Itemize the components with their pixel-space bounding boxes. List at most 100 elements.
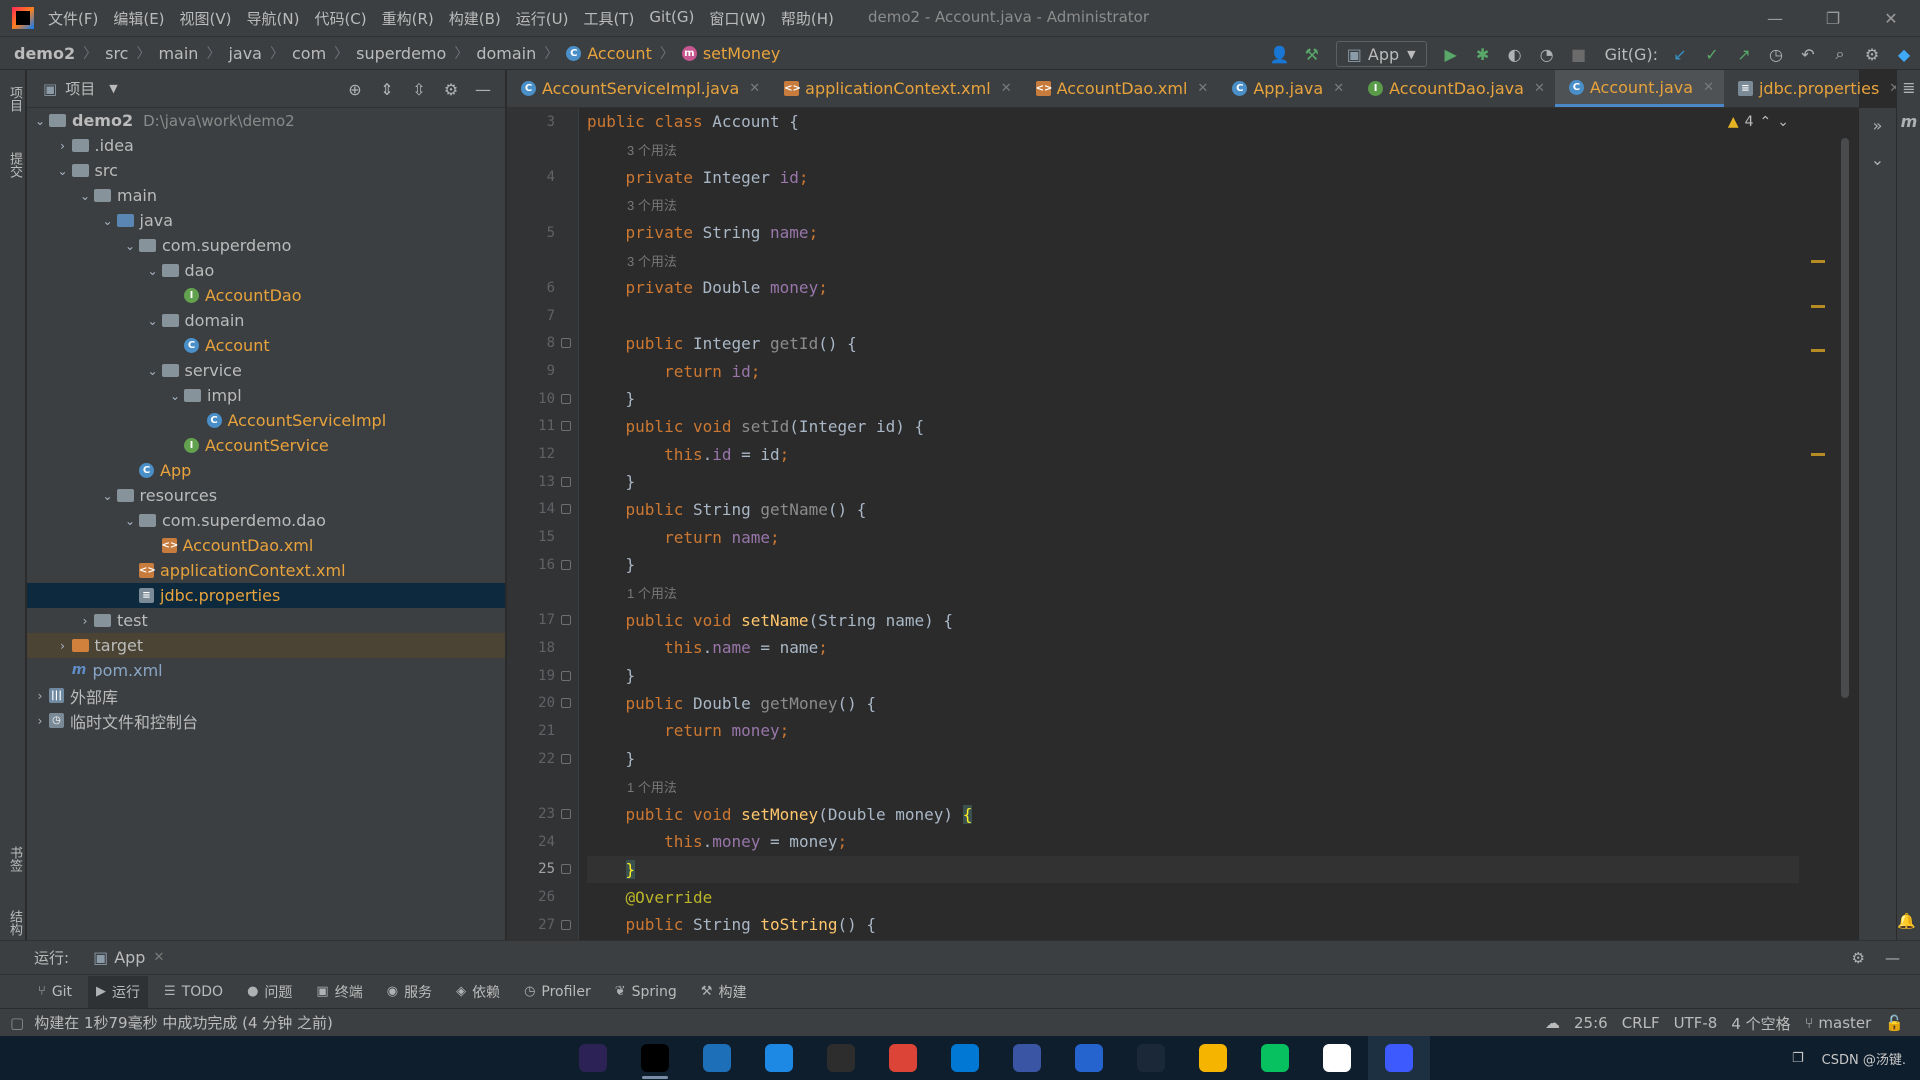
menu-item[interactable]: 窗口(W) (709, 8, 766, 29)
chevron-down-icon[interactable]: ⌄ (99, 489, 117, 503)
code-line[interactable]: 9 return id; (547, 357, 1799, 385)
lock-icon[interactable]: 🔓 (1885, 1014, 1904, 1032)
code-line[interactable]: 11 public void setId (Integer id) { (538, 413, 1799, 441)
chevron-right-icon[interactable]: › (31, 689, 49, 703)
menu-item[interactable]: 导航(N) (247, 8, 300, 29)
menu-item[interactable]: 代码(C) (314, 8, 366, 29)
tree-row[interactable]: <> AccountDao.xml (27, 533, 505, 558)
tool-window-button[interactable]: ● 问题 (247, 982, 292, 1002)
editor-tab[interactable]: <> applicationContext.xml ✕ (770, 70, 1021, 107)
tool-window-button[interactable]: ◈ 依赖 (456, 982, 500, 1002)
minimize-icon[interactable]: — (1746, 0, 1804, 36)
tree-row[interactable]: ⌄ src (27, 158, 505, 183)
editor-tab[interactable]: C AccountServiceImpl.java ✕ (507, 70, 770, 107)
code-line[interactable]: 6 private Double money; (547, 274, 1799, 302)
usage-hint[interactable]: 3 个用法 (587, 136, 1799, 164)
breadcrumb-item[interactable]: m setMoney (681, 44, 780, 63)
plugin-icon[interactable]: ◆ (1888, 37, 1920, 71)
tool-window-button[interactable]: ▣ 终端 (316, 982, 362, 1002)
usage-hint-label[interactable]: 3 个用法 (587, 195, 677, 214)
fold-marker-icon[interactable] (561, 670, 571, 681)
collapse-all-icon[interactable]: ⇳ (403, 72, 435, 106)
code-editor[interactable]: 3 public class Account {3 个用法 4 private In… (507, 108, 1859, 940)
database-icon[interactable]: ≣ (1897, 70, 1920, 104)
todo-taskbar-icon[interactable] (1058, 1036, 1120, 1080)
terminal-taskbar-icon[interactable] (810, 1036, 872, 1080)
chevron-down-icon[interactable]: ⌄ (144, 314, 162, 328)
stripe-commit-label[interactable]: 提交 (5, 152, 24, 178)
tree-row[interactable]: ⌄ com.superdemo.dao (27, 508, 505, 533)
game-taskbar-icon[interactable] (1306, 1036, 1368, 1080)
menu-item[interactable]: 视图(V) (180, 8, 232, 29)
expand-all-icon[interactable]: ⇕ (371, 72, 403, 106)
code-area[interactable]: 3 public class Account {3 个用法 4 private In… (538, 108, 1799, 939)
usage-hint-label[interactable]: 1 个用法 (587, 777, 677, 796)
tree-row[interactable]: I AccountDao (27, 283, 505, 308)
code-line[interactable]: 19 } (538, 662, 1799, 690)
close-icon[interactable]: ✕ (1534, 81, 1545, 96)
visio-taskbar-icon[interactable] (996, 1036, 1058, 1080)
tree-row[interactable]: m pom.xml (27, 658, 505, 683)
code-line[interactable]: 14 public String getName() { (538, 496, 1799, 524)
chevron-down-icon[interactable]: ⌄ (144, 364, 162, 378)
tree-row[interactable]: <> applicationContext.xml (27, 558, 505, 583)
tree-row[interactable]: ⌄ com.superdemo (27, 233, 505, 258)
expand-icon[interactable]: » (1859, 108, 1896, 142)
chevron-down-icon[interactable]: ▼ (109, 82, 117, 95)
chevron-right-icon[interactable]: › (76, 614, 94, 628)
code-line[interactable]: 13 } (538, 468, 1799, 496)
usage-hint-label[interactable]: 1 个用法 (587, 583, 677, 602)
tree-row[interactable]: › test (27, 608, 505, 633)
usage-hint[interactable]: 1 个用法 (587, 579, 1799, 607)
breadcrumb-item[interactable]: domain (476, 44, 536, 63)
close-icon[interactable]: ✕ (1862, 0, 1920, 36)
caret-position[interactable]: 25:6 (1574, 1014, 1608, 1032)
run-tab-app[interactable]: ▣ App ✕ (93, 948, 164, 967)
usage-hint[interactable]: 1 个用法 (587, 773, 1799, 801)
tree-row[interactable]: ⌄ domain (27, 308, 505, 333)
fold-marker-icon[interactable] (561, 338, 571, 349)
breadcrumb-item[interactable]: demo2 (14, 44, 75, 63)
chrome-taskbar-icon[interactable] (872, 1036, 934, 1080)
tree-row[interactable]: › ◷ 临时文件和控制台 (27, 708, 505, 733)
tool-window-button[interactable]: ◷ Profiler (524, 984, 591, 1000)
fold-marker-icon[interactable] (561, 421, 571, 432)
close-icon[interactable]: ✕ (153, 950, 164, 965)
chevron-down-icon[interactable]: ⌄ (1777, 114, 1789, 130)
breadcrumb-item[interactable]: com (292, 44, 326, 63)
stop-icon[interactable]: ■ (1563, 37, 1595, 71)
steam-taskbar-icon[interactable] (1120, 1036, 1182, 1080)
intellij-taskbar-icon[interactable] (624, 1036, 686, 1080)
usage-hint-label[interactable]: 3 个用法 (587, 140, 677, 159)
code-line[interactable]: 26 @Override (538, 883, 1799, 911)
layout-icon[interactable]: ▢ (10, 1014, 24, 1032)
tree-row[interactable]: C Account (27, 333, 505, 358)
tree-row[interactable]: ⌄ dao (27, 258, 505, 283)
cloud-icon[interactable]: ☁ (1545, 1014, 1560, 1032)
tree-row[interactable]: › .idea (27, 133, 505, 158)
git-push-icon[interactable]: ↗ (1728, 37, 1760, 71)
fold-marker-icon[interactable] (561, 559, 571, 570)
line-separator[interactable]: CRLF (1622, 1014, 1660, 1032)
code-line[interactable]: 7 (547, 302, 1799, 330)
chevron-up-icon[interactable]: ⌃ (1760, 114, 1772, 130)
run-icon[interactable]: ▶ (1435, 37, 1467, 71)
chevron-right-icon[interactable]: › (54, 639, 72, 653)
close-icon[interactable]: ✕ (749, 81, 760, 96)
code-line[interactable]: 5 private String name; (547, 219, 1799, 247)
vertical-scrollbar[interactable] (1841, 138, 1849, 698)
warning-mark[interactable] (1811, 453, 1825, 456)
hide-icon[interactable]: — (1885, 949, 1900, 967)
usage-hint[interactable]: 3 个用法 (587, 246, 1799, 274)
tool-window-button[interactable]: ❦ Spring (615, 984, 677, 1000)
status-message[interactable]: 构建在 1秒79毫秒 中成功完成 (4 分钟 之前) (34, 1012, 333, 1033)
warning-mark[interactable] (1811, 349, 1825, 352)
locate-icon[interactable]: ⊕ (339, 72, 371, 106)
fold-marker-icon[interactable] (561, 919, 571, 930)
code-line[interactable]: 20 public Double getMoney() { (538, 689, 1799, 717)
tree-row[interactable]: ⌄ service (27, 358, 505, 383)
close-icon[interactable]: ✕ (1333, 81, 1344, 96)
gear-icon[interactable]: ⚙ (1852, 949, 1865, 967)
code-line[interactable]: 12 this. id = id; (538, 440, 1799, 468)
tree-row[interactable]: ⌄ java (27, 208, 505, 233)
